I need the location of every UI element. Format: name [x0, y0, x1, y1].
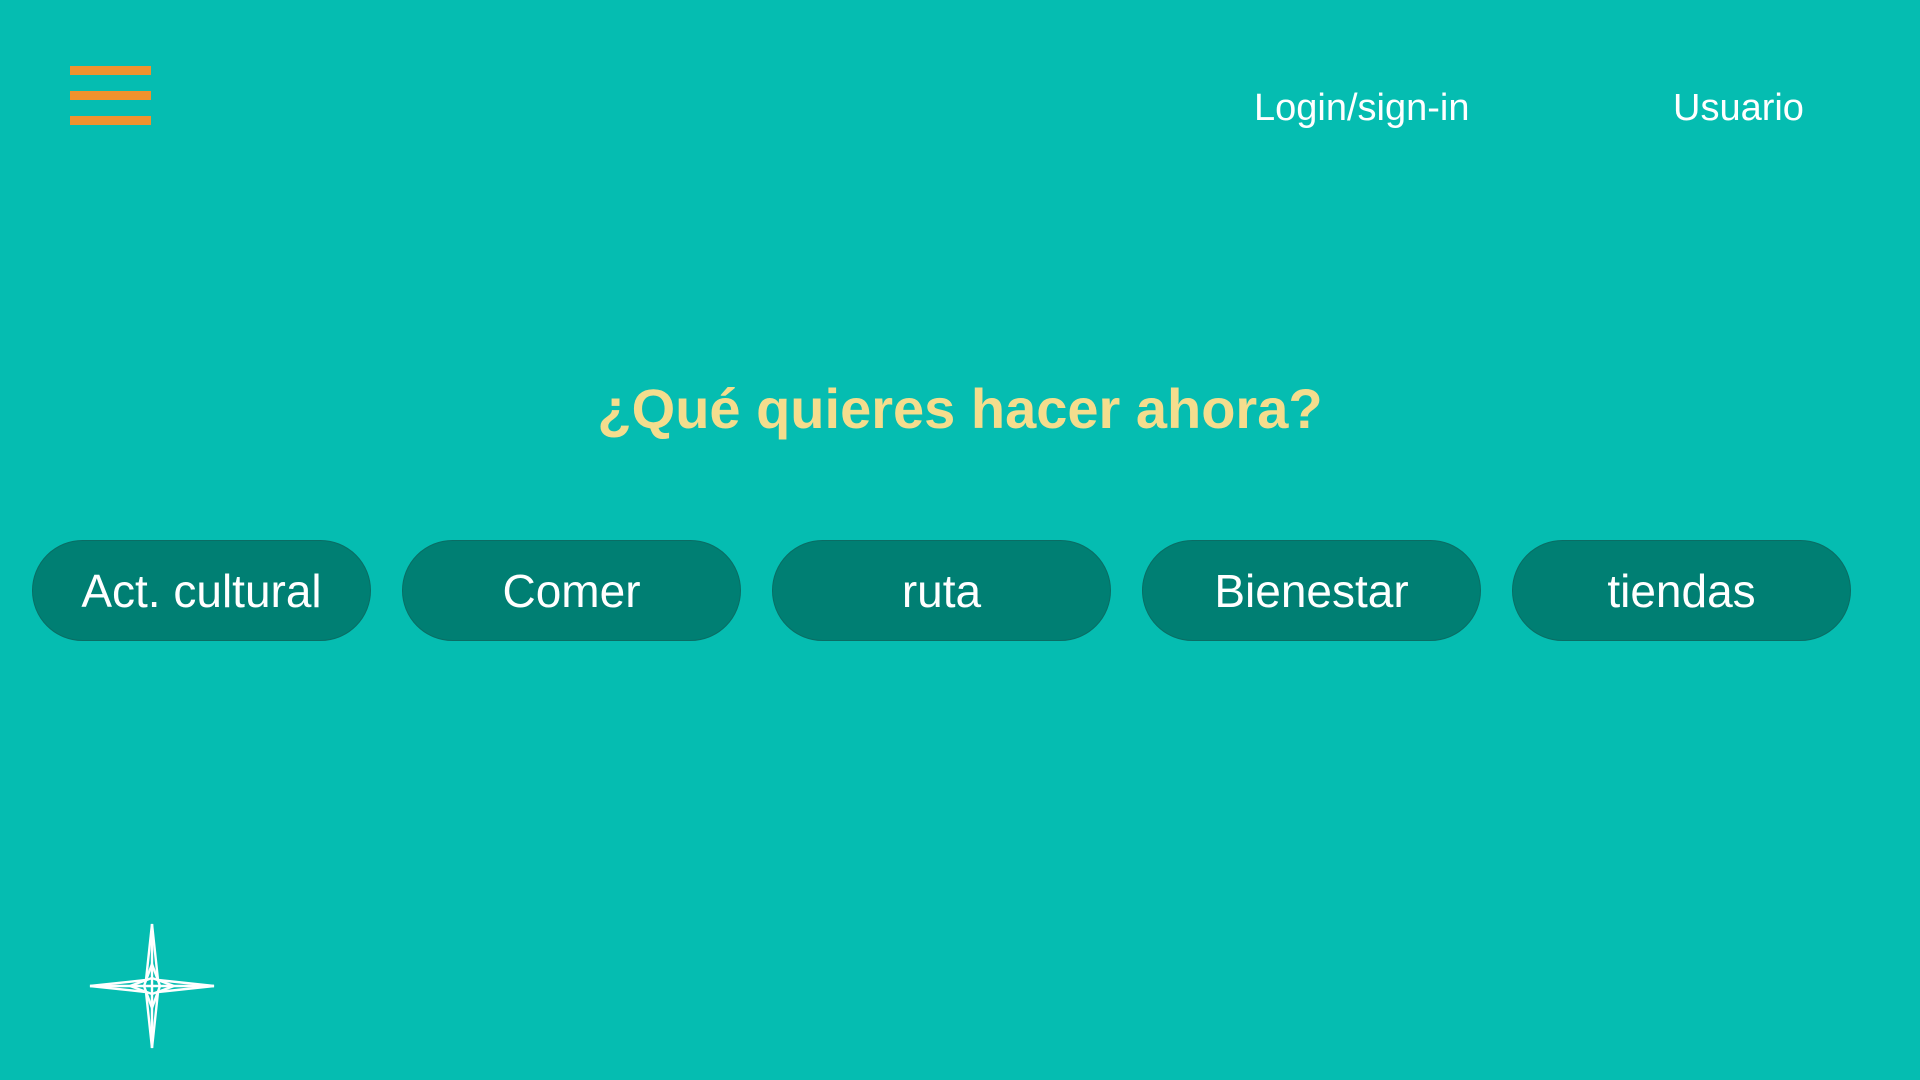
- option-button-tiendas[interactable]: tiendas: [1512, 540, 1851, 641]
- login-link[interactable]: Login/sign-in: [1254, 84, 1469, 132]
- page-title: ¿Qué quieres hacer ahora?: [597, 377, 1323, 440]
- hamburger-menu-icon[interactable]: [70, 66, 151, 125]
- compass-star-icon: [89, 923, 215, 1049]
- menu-bar: [70, 66, 151, 75]
- menu-bar: [70, 116, 151, 125]
- option-button-act-cultural[interactable]: Act. cultural: [32, 540, 371, 641]
- menu-bar: [70, 91, 151, 100]
- option-button-comer[interactable]: Comer: [402, 540, 741, 641]
- option-button-bienestar[interactable]: Bienestar: [1142, 540, 1481, 641]
- user-link[interactable]: Usuario: [1673, 84, 1804, 132]
- option-button-group: Act. cultural Comer ruta Bienestar tiend…: [32, 540, 1851, 641]
- option-button-ruta[interactable]: ruta: [772, 540, 1111, 641]
